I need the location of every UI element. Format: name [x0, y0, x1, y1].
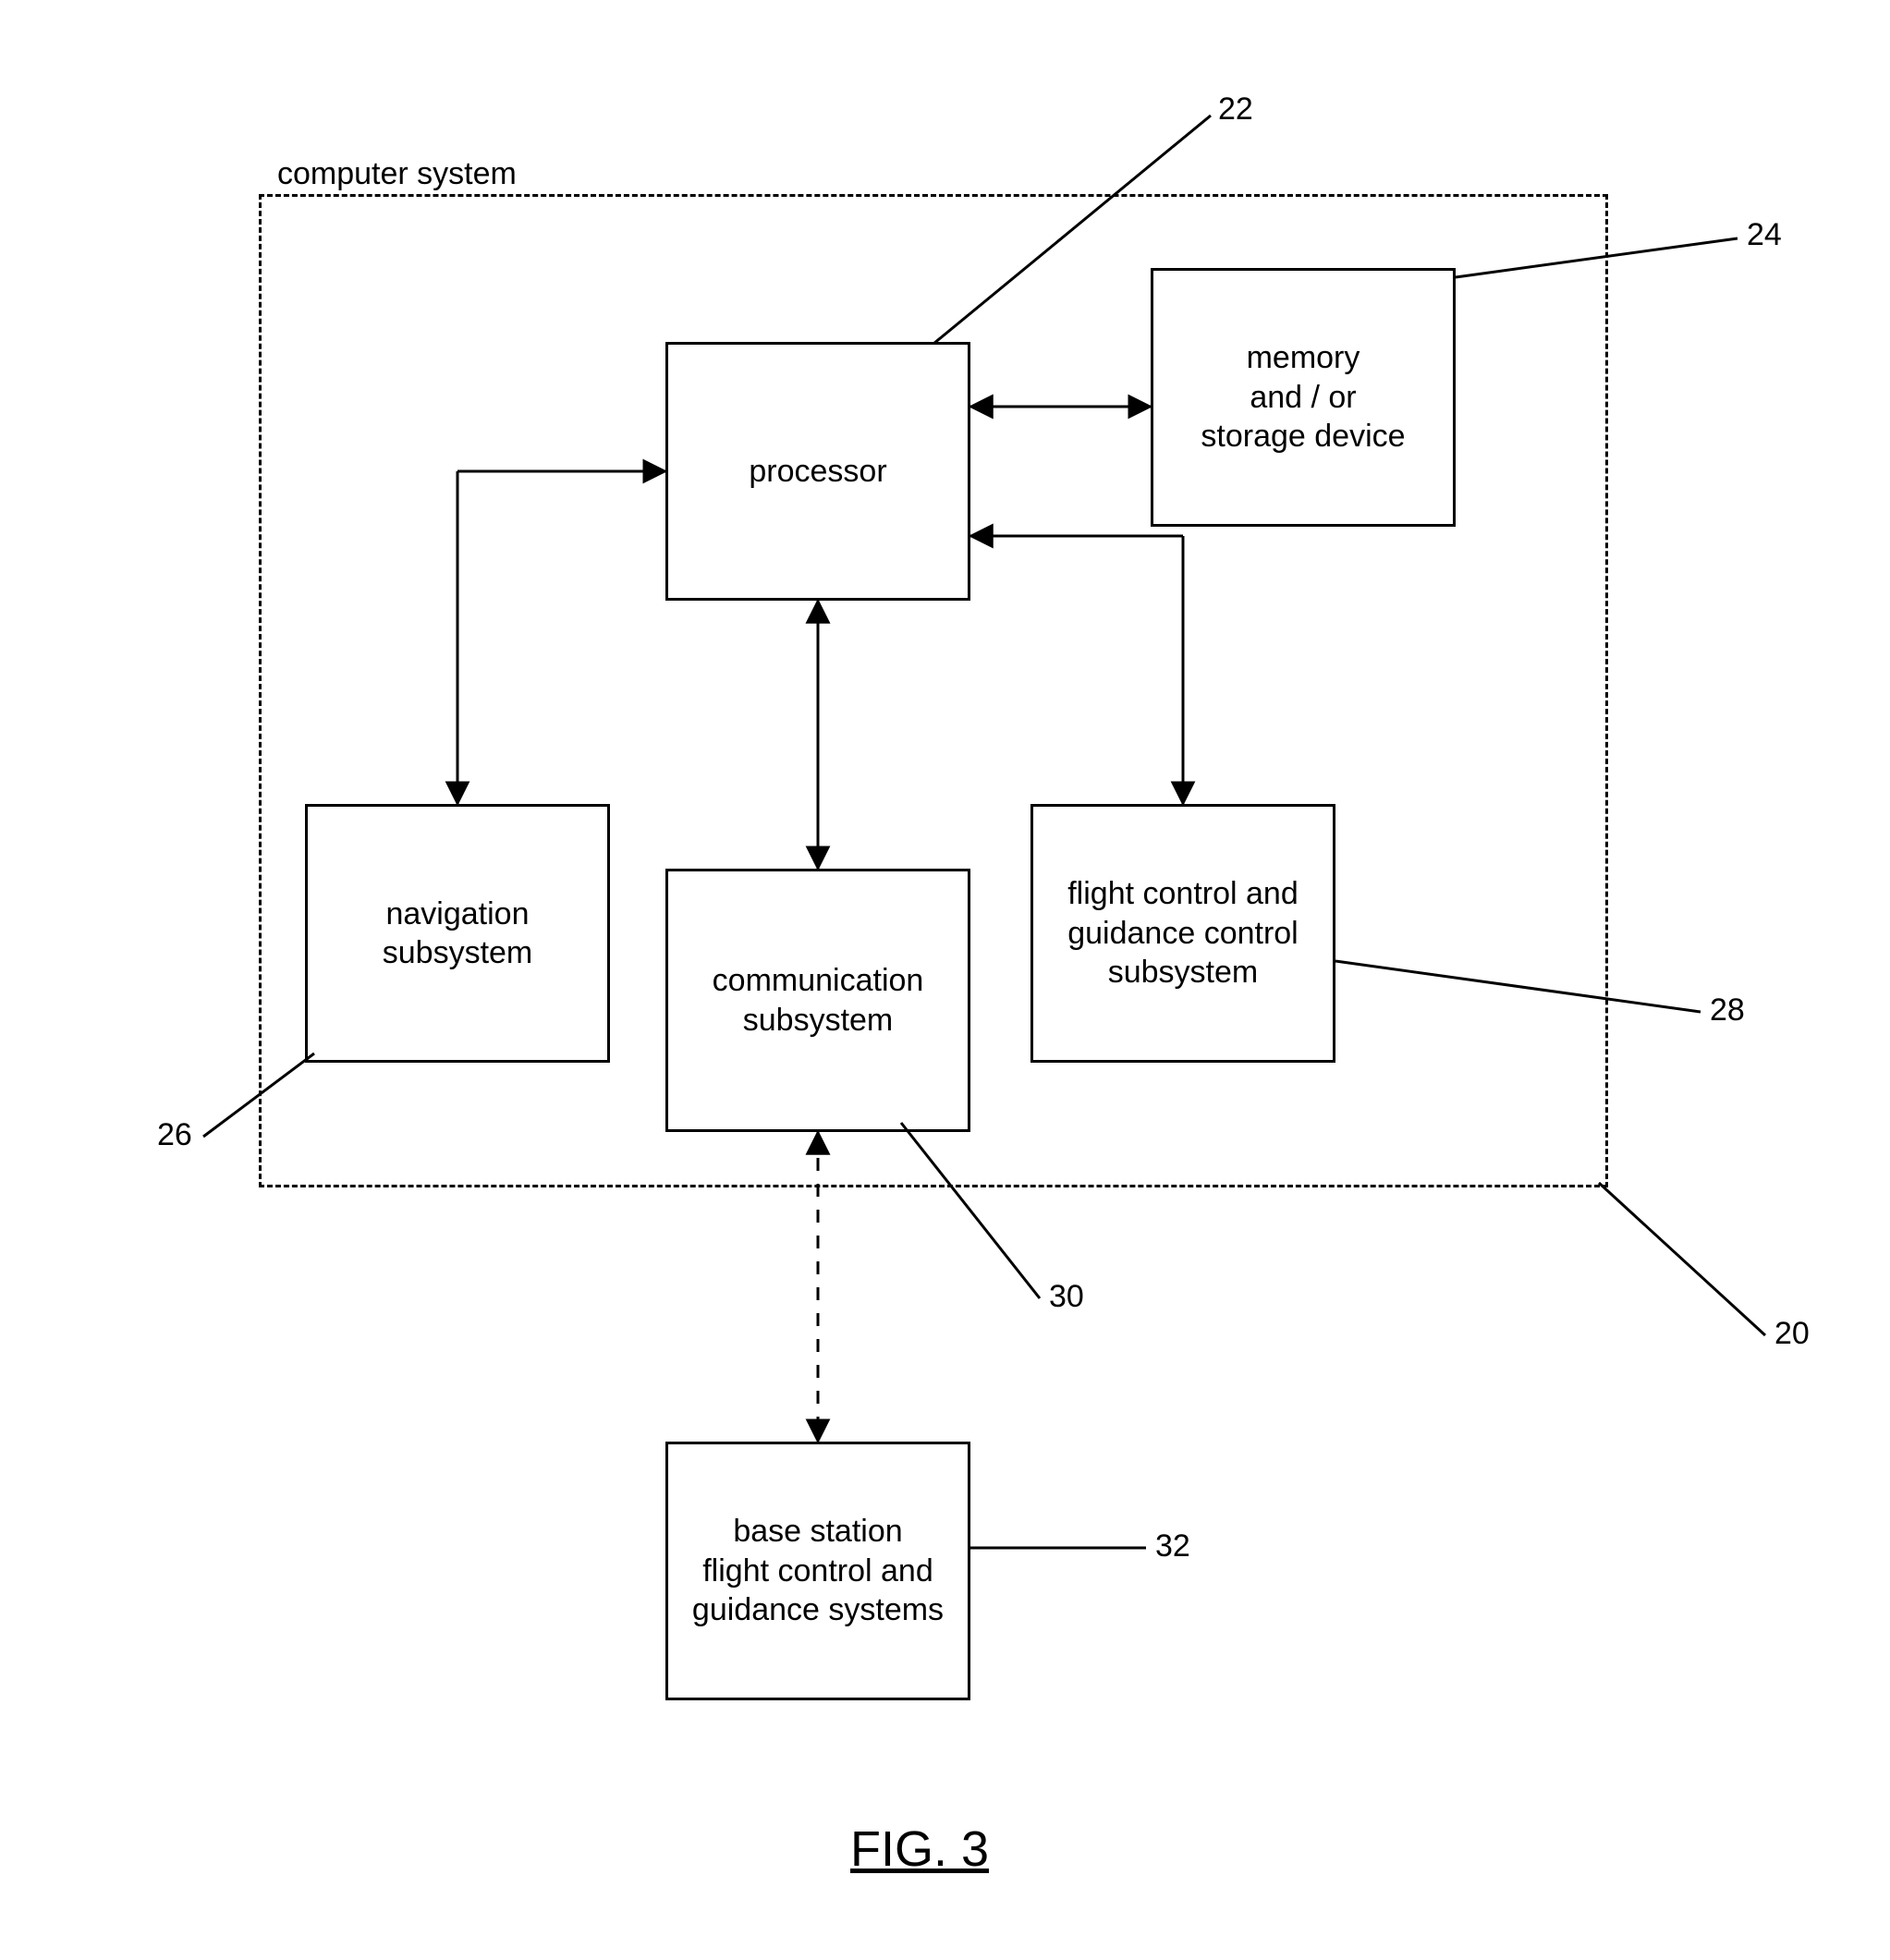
ref-22: 22	[1218, 92, 1253, 127]
flight-control-box: flight control andguidance controlsubsys…	[1030, 804, 1335, 1063]
base-station-box: base stationflight control andguidance s…	[665, 1442, 970, 1700]
ref-26: 26	[157, 1118, 192, 1152]
memory-box: memoryand / orstorage device	[1151, 268, 1456, 527]
ref-20: 20	[1774, 1317, 1810, 1351]
ref-28: 28	[1710, 993, 1745, 1028]
communication-box: communicationsubsystem	[665, 869, 970, 1132]
processor-box: processor	[665, 342, 970, 601]
diagram-canvas: computer system processor memoryand / or…	[0, 0, 1890, 1960]
ref-24: 24	[1747, 218, 1782, 252]
ref-32: 32	[1155, 1529, 1190, 1564]
memory-label: memoryand / orstorage device	[1201, 338, 1405, 457]
system-box-label: computer system	[277, 157, 517, 191]
figure-caption: FIG. 3	[850, 1820, 989, 1878]
flight-control-label: flight control andguidance controlsubsys…	[1067, 874, 1299, 992]
processor-label: processor	[749, 452, 886, 492]
navigation-label: navigationsubsystem	[383, 895, 533, 973]
ref-30: 30	[1049, 1280, 1084, 1314]
base-station-label: base stationflight control andguidance s…	[692, 1512, 944, 1630]
communication-label: communicationsubsystem	[713, 961, 924, 1040]
navigation-box: navigationsubsystem	[305, 804, 610, 1063]
